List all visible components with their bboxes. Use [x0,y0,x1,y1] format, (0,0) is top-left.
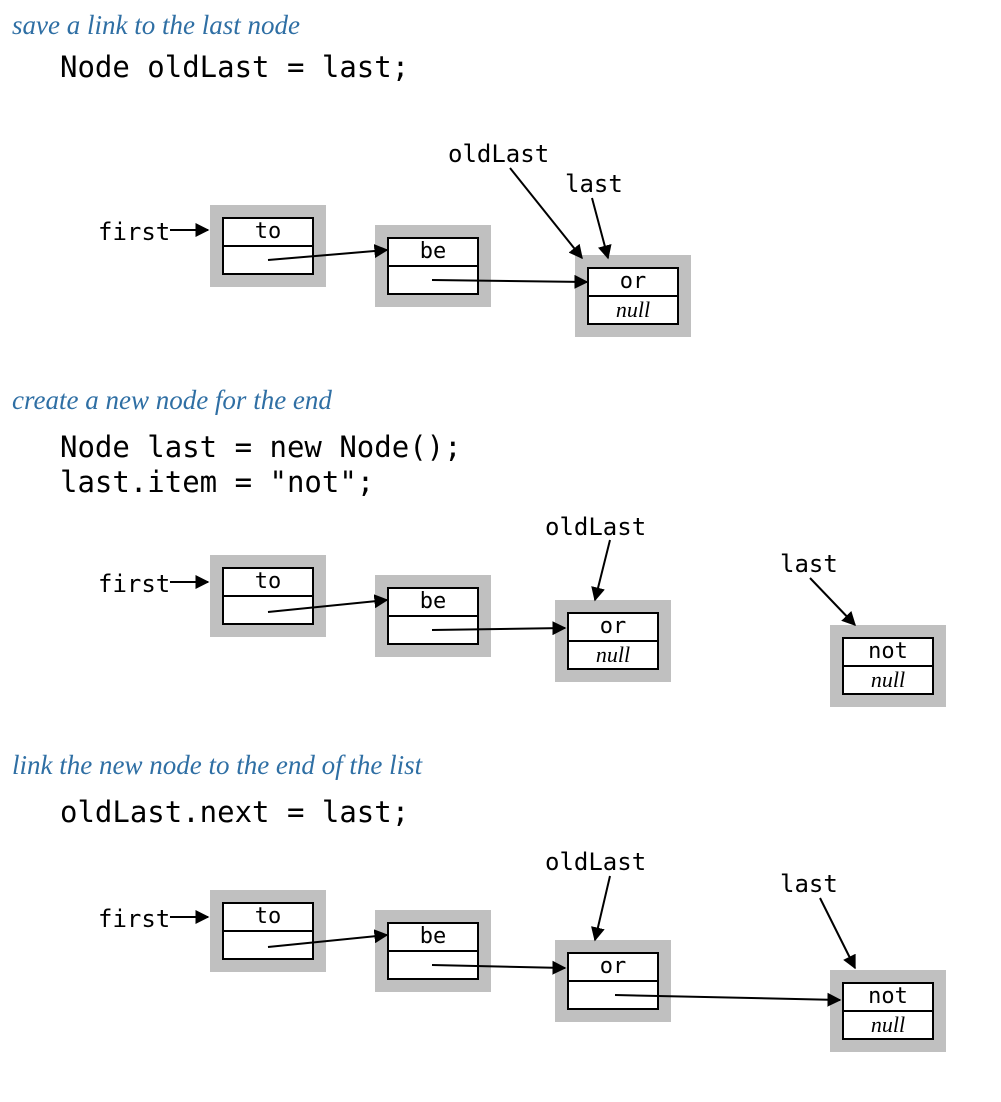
node-item: be [389,589,477,615]
step1-label-first: first [98,218,170,246]
node-item: to [224,569,312,595]
node-next [224,595,312,623]
step2-node-2: be [375,575,491,657]
step1-code-line1: Node oldLast = last; [60,50,409,84]
step2-code-line1: Node last = new Node(); [60,430,462,464]
step3-label-oldLast: oldLast [545,848,646,876]
step2-node-1: to [210,555,326,637]
step3-node-2: be [375,910,491,992]
node-next [389,615,477,643]
step2-label-last: last [780,550,838,578]
step1-label-last: last [565,170,623,198]
node-item: not [844,639,932,665]
step1-title: save a link to the last node [12,10,300,41]
step1-node-3: or null [575,255,691,337]
node-item: or [569,954,657,980]
step3-node-1: to [210,890,326,972]
step3-title: link the new node to the end of the list [12,750,422,781]
node-next: null [844,1010,932,1038]
node-item: be [389,239,477,265]
step1-node-1: to [210,205,326,287]
node-item: to [224,904,312,930]
step2-label-first: first [98,570,170,598]
step2-code-line2: last.item = "not"; [60,465,374,499]
node-next [224,930,312,958]
node-item: or [589,269,677,295]
arrow-last-2 [810,578,855,625]
step1-label-oldLast: oldLast [448,140,549,168]
arrow-last-3 [820,898,855,968]
step2-label-oldLast: oldLast [545,513,646,541]
step3-node-4: not null [830,970,946,1052]
step2-title: create a new node for the end [12,385,332,416]
node-item: to [224,219,312,245]
node-next [569,980,657,1008]
node-next: null [589,295,677,323]
node-next [389,950,477,978]
node-next: null [569,640,657,668]
step3-label-first: first [98,905,170,933]
node-next: null [844,665,932,693]
step3-node-3: or [555,940,671,1022]
arrow-oldLast-2 [595,540,610,600]
node-item: be [389,924,477,950]
step3-label-last: last [780,870,838,898]
node-next [224,245,312,273]
arrow-last-1 [592,198,608,258]
step1-node-2: be [375,225,491,307]
node-item: not [844,984,932,1010]
step3-code-line1: oldLast.next = last; [60,795,409,829]
step2-node-4: not null [830,625,946,707]
step2-node-3: or null [555,600,671,682]
arrow-oldLast-3 [595,876,610,940]
node-item: or [569,614,657,640]
node-next [389,265,477,293]
